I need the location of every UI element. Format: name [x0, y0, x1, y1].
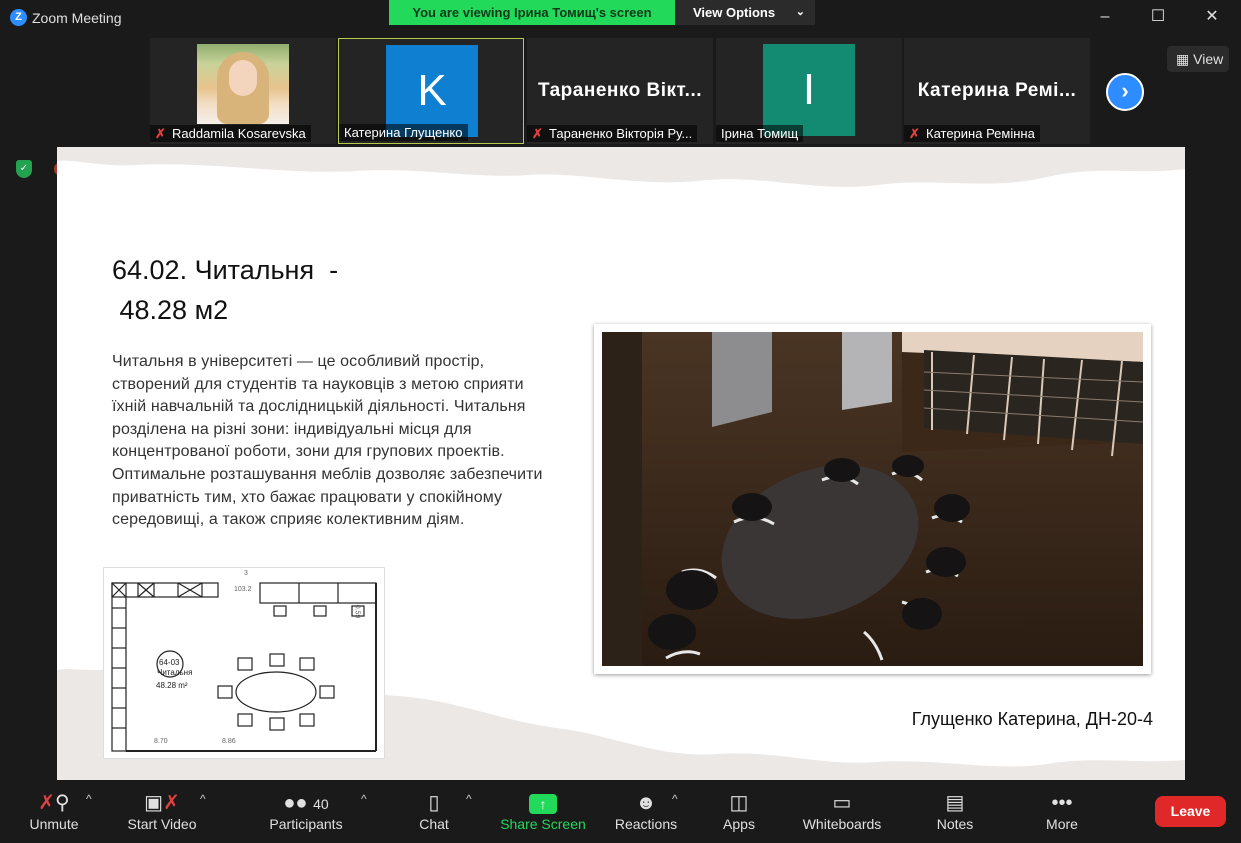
plan-dimension: 8.70 — [154, 738, 168, 745]
participant-tile-active-speaker[interactable]: K Катерина Глущенко — [338, 38, 524, 144]
more-label: More — [1046, 816, 1078, 832]
chat-button[interactable]: ▯ Chat ^ — [414, 790, 471, 832]
minimize-button[interactable]: – — [1092, 4, 1118, 30]
participants-count: 40 — [313, 796, 329, 812]
interior-render-image — [594, 324, 1151, 674]
participant-tile[interactable]: Катерина Ремі... ✗ Катерина Ремінна — [904, 38, 1090, 144]
plan-dimension: 103.2 — [234, 586, 252, 593]
participant-photo — [197, 44, 289, 124]
video-off-icon: ▣✗ — [144, 792, 180, 814]
reactions-button[interactable]: ☻ Reactions ^ — [612, 790, 680, 832]
slide-title-line: 48.28 м2 — [112, 295, 229, 325]
participant-name: Катерина Ремінна — [926, 126, 1035, 141]
slide-body-text: Читальня в університеті — це особливий п… — [112, 353, 543, 529]
participant-tile[interactable]: Тараненко Вікт... ✗ Тараненко Вікторія Ру… — [527, 38, 713, 144]
participants-icon: ●● 40 — [283, 792, 329, 814]
smiley-plus-icon: ☻ — [635, 792, 657, 814]
participant-name: Raddamila Kosarevska — [172, 126, 306, 141]
grid-icon: ▦ — [1176, 51, 1194, 67]
share-screen-label: Share Screen — [500, 816, 586, 832]
participant-name: Катерина Глущенко — [344, 125, 463, 140]
view-options-button[interactable]: View Options ⌄ — [675, 0, 815, 25]
next-page-arrow-icon[interactable]: › — [1106, 73, 1144, 111]
muted-mic-icon: ✗ — [909, 126, 920, 141]
apps-label: Apps — [723, 816, 755, 832]
participant-name-bar: Катерина Глущенко — [339, 124, 468, 141]
chat-label: Chat — [419, 816, 449, 832]
unmute-button[interactable]: ✗⚲ Unmute ^ — [24, 790, 91, 832]
participant-avatar: I — [763, 44, 855, 136]
chat-bubble-icon: ▯ — [428, 792, 440, 814]
participants-label: Participants — [269, 816, 343, 832]
participant-name: Тараненко Вікторія Ру... — [549, 126, 693, 141]
participant-tile[interactable]: ✗ Raddamila Kosarevska — [150, 38, 336, 144]
meeting-toolbar: ✗⚲ Unmute ^ ▣✗ Start Video ^ ●● 40 Parti… — [0, 780, 1241, 843]
muted-mic-icon: ✗ — [155, 126, 166, 141]
whiteboards-label: Whiteboards — [802, 816, 882, 832]
notes-button[interactable]: ▤ Notes — [932, 790, 978, 832]
notes-icon: ▤ — [945, 792, 965, 814]
view-layout-button[interactable]: ▦ View — [1167, 46, 1229, 72]
participant-name-bar: ✗ Raddamila Kosarevska — [150, 125, 311, 142]
view-label: View — [1193, 51, 1224, 67]
whiteboards-button[interactable]: ▭ Whiteboards — [798, 790, 886, 832]
chevron-up-icon[interactable]: ^ — [361, 792, 367, 806]
participant-name-bar: ✗ Катерина Ремінна — [904, 125, 1040, 142]
slide-author: Глущенко Катерина, ДН-20-4 — [911, 709, 1153, 729]
chevron-up-icon[interactable]: ^ — [466, 792, 472, 806]
security-shield-icon[interactable]: ✓ — [16, 160, 32, 178]
plan-room-name: Читальня — [157, 668, 193, 677]
whiteboard-icon: ▭ — [832, 792, 852, 814]
chevron-down-icon: ⌄ — [795, 6, 805, 18]
muted-mic-icon: ✗⚲ — [38, 792, 70, 814]
plan-room-area: 48.28 m² — [156, 681, 188, 690]
close-button[interactable]: ✕ — [1199, 4, 1225, 30]
unmute-label: Unmute — [29, 816, 79, 832]
muted-mic-icon: ✗ — [532, 126, 543, 141]
leave-button[interactable]: Leave — [1155, 796, 1226, 827]
chevron-up-icon[interactable]: ^ — [86, 792, 92, 806]
plan-dimension: 3 — [244, 570, 248, 577]
participants-button[interactable]: ●● 40 Participants ^ — [266, 790, 366, 832]
title-bar: Z Zoom Meeting You are viewing Ірина Том… — [0, 0, 1241, 36]
share-screen-icon: ↑ — [498, 790, 588, 816]
participant-display-name: Катерина Ремі... — [917, 80, 1077, 101]
plan-dimension: 0.59 — [353, 604, 361, 619]
window-title: Zoom Meeting — [32, 10, 122, 26]
viewing-screen-banner: You are viewing Ірина Томищ's screen — [389, 0, 675, 25]
reactions-label: Reactions — [614, 816, 678, 832]
slide-title-line: 64.02. Читальня - — [112, 255, 339, 285]
chevron-up-icon[interactable]: ^ — [200, 792, 206, 806]
view-options-label: View Options — [693, 5, 776, 20]
chevron-up-icon[interactable]: ^ — [672, 792, 678, 806]
share-screen-button[interactable]: ↑ Share Screen — [498, 790, 588, 832]
slide-title: 64.02. Читальня - 48.28 м2 — [112, 250, 338, 330]
paper-tear-top — [57, 147, 1185, 187]
more-button[interactable]: ••• More — [1040, 790, 1084, 832]
participant-display-name: Тараненко Вікт... — [537, 80, 703, 101]
more-dots-icon: ••• — [1051, 792, 1073, 814]
participant-strip: ✗ Raddamila Kosarevska K Катерина Глущенк… — [0, 36, 1241, 146]
apps-icon: ◫ — [729, 792, 749, 814]
plan-dimension: 8.86 — [222, 738, 236, 745]
shared-screen-slide: 64.02. Читальня - 48.28 м2 Читальня в ун… — [57, 147, 1185, 780]
participant-tile[interactable]: I Ірина Томищ — [716, 38, 902, 144]
plan-room-code: 64-03 — [159, 658, 180, 667]
floor-plan: 64-03 Читальня 48.28 m² 3 103.2 8.70 8.8… — [103, 567, 385, 759]
participant-name-bar: ✗ Тараненко Вікторія Ру... — [527, 125, 698, 142]
start-video-button[interactable]: ▣✗ Start Video ^ — [122, 790, 205, 832]
notes-label: Notes — [936, 816, 974, 832]
participant-name-bar: Ірина Томищ — [716, 125, 804, 142]
maximize-button[interactable]: ☐ — [1145, 4, 1171, 30]
participant-name: Ірина Томищ — [721, 126, 799, 141]
apps-button[interactable]: ◫ Apps — [718, 790, 760, 832]
zoom-logo-icon: Z — [10, 9, 27, 26]
start-video-label: Start Video — [127, 816, 197, 832]
